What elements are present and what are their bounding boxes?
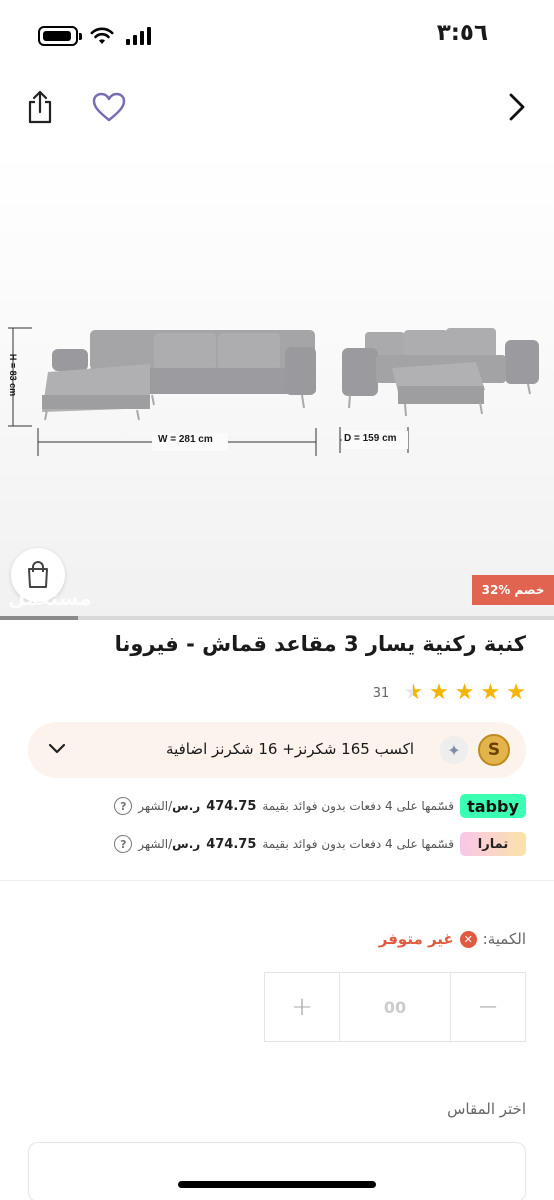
quantity-status-row: الكمية: ✕ غير متوفر: [379, 930, 526, 948]
tamara-logo: تمارا: [460, 832, 526, 856]
tamara-installments[interactable]: تمارا قسّمها على 4 دفعات بدون فوائد بقيم…: [114, 831, 526, 857]
tamara-currency: ر.س: [172, 837, 201, 851]
heart-icon: [92, 92, 126, 122]
favorite-button[interactable]: [90, 90, 128, 124]
dimension-depth-label: D = 159 cm: [344, 433, 397, 444]
top-bar: [0, 70, 554, 150]
dimension-height-label: H = 83 cm: [8, 353, 19, 397]
star-half-icon: ★: [403, 680, 424, 705]
tabby-text: قسّمها على 4 دفعات بدون فوائد بقيمة: [262, 799, 454, 813]
decrease-quantity-button[interactable]: −: [451, 973, 525, 1041]
tamara-help-icon[interactable]: ?: [114, 835, 133, 853]
rewards-points-card[interactable]: S ✦ اكسب 165 شكرنز+ 16 شكرنز اضافية: [28, 722, 526, 778]
product-title: كنبة ركنية يسار 3 مقاعد قماش - فيرونا: [114, 632, 526, 656]
rewards-points-text: اكسب 165 شكرنز+ 16 شكرنز اضافية: [166, 740, 414, 758]
star-icon: ★: [506, 680, 526, 705]
gallery-progress: [0, 616, 554, 620]
coin-icon: S: [478, 734, 510, 766]
quantity-stepper: + 00 −: [264, 972, 526, 1042]
unavailable-icon: ✕: [459, 930, 477, 948]
star-icon: ★: [429, 680, 449, 705]
tamara-amount: 474.75: [206, 836, 257, 852]
shopping-bag-icon: [28, 561, 48, 588]
tabby-help-icon[interactable]: ?: [114, 797, 133, 815]
discount-badge: 32% خصم: [472, 575, 554, 605]
star-icon: ★: [480, 680, 501, 705]
share-icon: [28, 90, 52, 124]
tabby-amount: 474.75: [206, 798, 257, 814]
wifi-icon: [90, 27, 114, 44]
reviews-count: 31: [372, 685, 390, 701]
star-icon: ★: [454, 680, 475, 705]
status-time: ٣:٥٦: [436, 20, 488, 46]
back-button[interactable]: [500, 90, 534, 124]
dimension-width-label: W = 281 cm: [158, 434, 213, 445]
quantity-label: الكمية:: [482, 930, 526, 948]
signal-icon: [126, 27, 151, 45]
size-label: اختر المقاس: [447, 1100, 526, 1118]
watermark: مستعمل: [8, 586, 92, 610]
sofa-illustration: [8, 327, 539, 456]
product-image[interactable]: H = 83 cm W = 281 cm D = 159 cm مستعمل 3…: [0, 150, 554, 620]
expand-points-button[interactable]: [48, 740, 66, 759]
tabby-installments[interactable]: tabby قسّمها على 4 دفعات بدون فوائد بقيم…: [114, 793, 526, 819]
tamara-text: قسّمها على 4 دفعات بدون فوائد بقيمة: [262, 837, 454, 851]
share-button[interactable]: [22, 88, 58, 126]
tabby-currency: ر.س: [172, 799, 201, 813]
status-icons: [38, 26, 151, 46]
battery-icon: [38, 26, 82, 46]
chevron-right-icon: [509, 93, 525, 121]
tabby-logo: tabby: [460, 794, 526, 818]
section-divider: [0, 880, 554, 881]
size-selector[interactable]: [28, 1142, 526, 1200]
product-rating[interactable]: 31 ★ ★ ★ ★ ★: [373, 682, 526, 704]
sparkle-icon: ✦: [440, 736, 468, 764]
availability-status: غير متوفر: [378, 930, 454, 948]
tabby-period: /الشهر: [138, 799, 173, 813]
gallery-progress-fill: [0, 616, 78, 620]
home-indicator: [178, 1181, 376, 1188]
tamara-period: /الشهر: [138, 837, 173, 851]
quantity-value[interactable]: 00: [339, 973, 451, 1041]
status-bar: ٣:٥٦: [0, 0, 554, 70]
increase-quantity-button[interactable]: +: [265, 973, 339, 1041]
chevron-down-icon: [48, 743, 66, 754]
